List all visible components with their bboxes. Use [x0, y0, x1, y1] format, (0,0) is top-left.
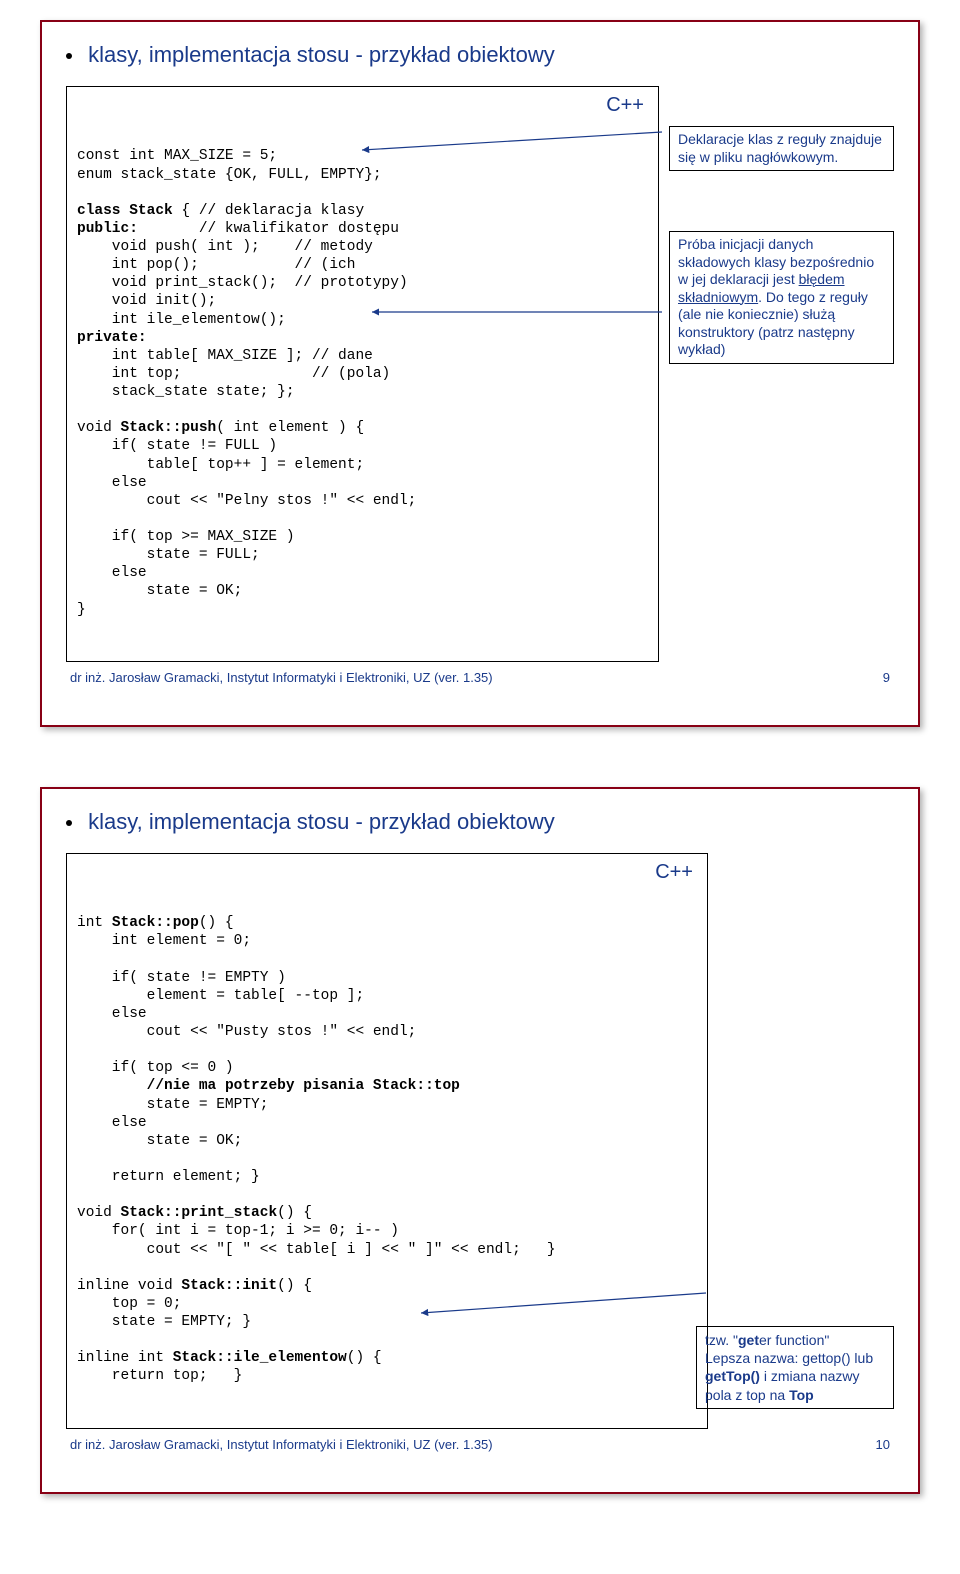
- side-notes: Deklaracje klas z reguły znajduje się w …: [669, 86, 894, 364]
- note-box-3: tzw. "geter function" Lepsza nazwa: gett…: [696, 1326, 894, 1409]
- footer-left: dr inż. Jarosław Gramacki, Instytut Info…: [70, 1437, 493, 1452]
- slide-2: klasy, implementacja stosu - przykład ob…: [40, 787, 920, 1494]
- note-b1: get: [738, 1332, 759, 1348]
- page: klasy, implementacja stosu - przykład ob…: [0, 0, 960, 1574]
- slide-title: klasy, implementacja stosu - przykład ob…: [88, 42, 555, 67]
- bullet-icon: [66, 53, 72, 59]
- slide-title: klasy, implementacja stosu - przykład ob…: [88, 809, 555, 834]
- cpp-label: C++: [606, 93, 644, 118]
- bullet-icon: [66, 820, 72, 826]
- note-box-1: Deklaracje klas z reguły znajduje się w …: [669, 126, 894, 171]
- note-b2: getTop(): [705, 1368, 760, 1384]
- slide-footer: dr inż. Jarosław Gramacki, Instytut Info…: [66, 670, 894, 685]
- slide-body: C++ int Stack::pop() { int element = 0; …: [66, 853, 894, 1429]
- note-text: Deklaracje klas z reguły znajduje się w …: [678, 131, 882, 165]
- slide-title-row: klasy, implementacja stosu - przykład ob…: [66, 809, 894, 835]
- note-text-p1: Próba inicjacji danych składowych klasy …: [678, 236, 874, 287]
- code-container: C++ const int MAX_SIZE = 5; enum stack_s…: [66, 86, 659, 662]
- cpp-label: C++: [655, 860, 693, 885]
- slide-footer: dr inż. Jarosław Gramacki, Instytut Info…: [66, 1437, 894, 1452]
- code-box: C++ const int MAX_SIZE = 5; enum stack_s…: [66, 86, 659, 662]
- note-b3: Top: [789, 1387, 814, 1403]
- footer-page-number: 10: [876, 1437, 890, 1452]
- code-content: int Stack::pop() { int element = 0; if( …: [77, 914, 697, 1385]
- slide-1: klasy, implementacja stosu - przykład ob…: [40, 20, 920, 727]
- code-content: const int MAX_SIZE = 5; enum stack_state…: [77, 147, 648, 618]
- code-box: C++ int Stack::pop() { int element = 0; …: [66, 853, 708, 1429]
- note-box-2: Próba inicjacji danych składowych klasy …: [669, 231, 894, 364]
- note-p1: tzw. ": [705, 1332, 738, 1348]
- slide-body: C++ const int MAX_SIZE = 5; enum stack_s…: [66, 86, 894, 662]
- footer-left: dr inż. Jarosław Gramacki, Instytut Info…: [70, 670, 493, 685]
- slide-title-row: klasy, implementacja stosu - przykład ob…: [66, 42, 894, 68]
- footer-page-number: 9: [883, 670, 890, 685]
